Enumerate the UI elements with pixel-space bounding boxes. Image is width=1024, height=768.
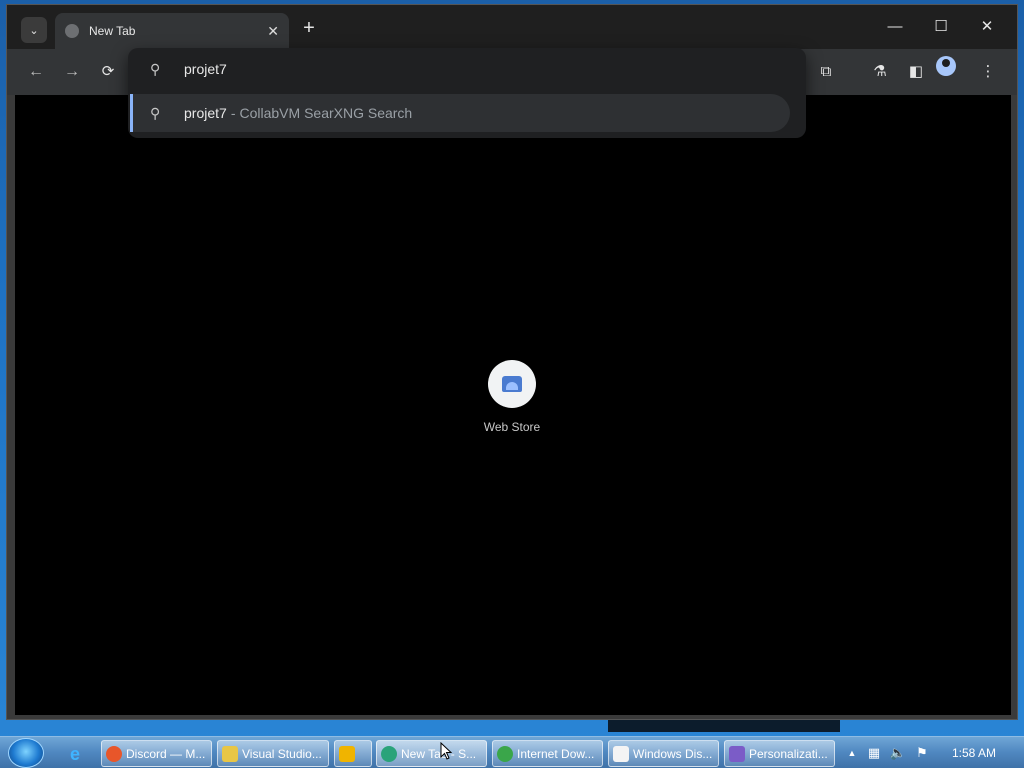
taskbar: e Discord — M... Visual Studio... New Ta…: [0, 736, 1024, 768]
forward-button[interactable]: →: [61, 61, 83, 83]
chrome-icon: [381, 745, 397, 762]
address-input-value[interactable]: projet7: [184, 61, 227, 77]
extensions-icon[interactable]: ⧉: [815, 61, 837, 83]
firefox-icon: [106, 745, 122, 762]
taskbar-button-label: Internet Dow...: [517, 746, 595, 761]
action-center-flag-icon[interactable]: ⚑: [912, 743, 932, 763]
taskbar-button-label: New Tab - S...: [401, 746, 477, 761]
network-icon[interactable]: ▦: [864, 743, 884, 763]
title-bar: ⌄ New Tab ✕ + — ☐ ✕: [7, 5, 1017, 49]
maximize-button[interactable]: ☐: [927, 15, 955, 39]
chevron-down-icon: ⌄: [29, 24, 39, 37]
address-bar[interactable]: ⚲ projet7: [128, 48, 806, 90]
taskbar-button-personalization[interactable]: Personalizati...: [724, 740, 835, 767]
taskbar-button-internet-download[interactable]: Internet Dow...: [492, 740, 603, 767]
profile-avatar-icon[interactable]: [936, 56, 956, 76]
web-store-icon: [488, 360, 536, 408]
taskbar-button-visual-studio[interactable]: Visual Studio...: [217, 740, 329, 767]
taskbar-preview-strip: [608, 720, 840, 732]
window-close-button[interactable]: ✕: [973, 15, 1001, 39]
document-icon: [613, 745, 629, 762]
suggestion-engine: CollabVM SearXNG Search: [239, 105, 413, 121]
back-button[interactable]: ←: [25, 61, 47, 83]
start-button[interactable]: [8, 738, 44, 768]
search-icon: ⚲: [150, 60, 161, 77]
side-panel-icon[interactable]: ◧: [905, 61, 927, 83]
new-tab-button[interactable]: +: [297, 17, 321, 41]
taskbar-button-label: Discord — M...: [126, 746, 206, 761]
media-player-icon: [339, 745, 355, 762]
shortcut-web-store[interactable]: Web Store: [472, 358, 552, 448]
shortcut-label: Web Store: [483, 420, 541, 434]
taskbar-button-label: Personalizati...: [749, 746, 828, 761]
show-hidden-icons-button[interactable]: ▲: [842, 743, 862, 763]
suggestion-query: projet7: [184, 105, 227, 121]
internet-explorer-icon[interactable]: e: [64, 743, 86, 765]
tab-title: New Tab: [89, 24, 136, 38]
omnibox-dropdown: ⚲ projet7 ⚲ projet7 - CollabVM SearXNG S…: [128, 48, 806, 138]
taskbar-button-new-tab[interactable]: New Tab - S...: [376, 740, 487, 767]
labs-icon[interactable]: ⚗: [869, 61, 891, 83]
download-manager-icon: [497, 745, 513, 762]
taskbar-button-discord[interactable]: Discord — M...: [101, 740, 212, 767]
suggestion-item[interactable]: ⚲ projet7 - CollabVM SearXNG Search: [130, 94, 790, 132]
personalization-icon: [729, 745, 745, 762]
taskbar-button-windows-display[interactable]: Windows Dis...: [608, 740, 719, 767]
folder-icon: [222, 745, 238, 762]
globe-icon: [65, 24, 79, 38]
system-clock[interactable]: 1:58 AM: [944, 737, 1004, 768]
menu-icon[interactable]: ⋮: [977, 61, 999, 83]
taskbar-button-label: Windows Dis...: [633, 746, 713, 761]
taskbar-button-media[interactable]: [334, 740, 372, 767]
search-icon: ⚲: [150, 104, 161, 121]
tab-new-tab[interactable]: New Tab ✕: [55, 13, 289, 49]
volume-muted-icon[interactable]: 🔈: [888, 743, 908, 763]
taskbar-button-label: Visual Studio...: [242, 746, 322, 761]
mouse-cursor-icon: [440, 742, 452, 760]
minimize-button[interactable]: —: [881, 15, 909, 39]
reload-button[interactable]: ⟳: [97, 61, 119, 83]
suggestion-separator: -: [230, 105, 236, 121]
tab-close-icon[interactable]: ✕: [267, 23, 279, 40]
tab-search-button[interactable]: ⌄: [21, 17, 47, 43]
